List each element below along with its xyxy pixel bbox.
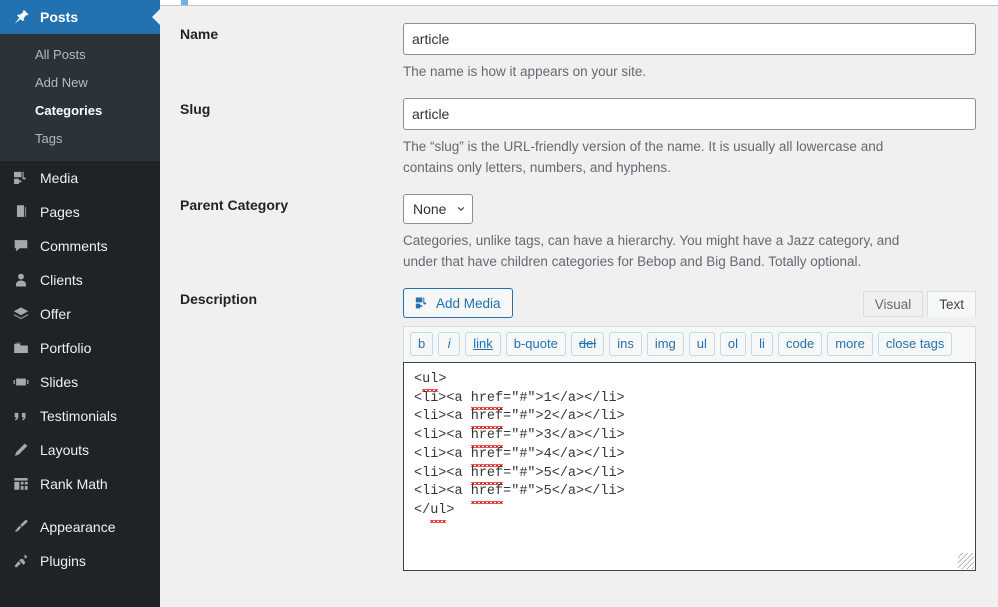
name-help-text: The name is how it appears on your site. [403,64,647,79]
main-content-area: Name The name is how it appears on your … [160,0,998,607]
description-editor: Add Media Visual Text b i link b-quote d… [403,288,976,571]
quicktag-close-tags[interactable]: close tags [877,332,953,356]
sidebar-item-clients[interactable]: Clients [0,263,160,297]
quicktag-li[interactable]: li [751,332,774,356]
sidebar-item-label: Slides [40,374,79,390]
textarea-resize-handle[interactable] [958,553,974,569]
posts-submenu: All Posts Add New Categories Tags [0,34,160,161]
sidebar-item-label: Testimonials [40,408,118,424]
sidebar-item-label: Portfolio [40,340,92,356]
cut-off-panel-top-edge [160,0,998,6]
parent-category-label: Parent Category [180,197,289,213]
form-row-slug: Slug The “slug” is the URL-friendly vers… [160,82,998,178]
sidebar-item-label: Offer [40,306,71,322]
media-icon [11,168,31,188]
quote-icon [11,406,31,426]
parent-category-select-wrap: None [403,194,474,224]
tab-text[interactable]: Text [927,291,976,317]
wordpress-admin-screen: Posts All Posts Add New Categories Tags … [0,0,998,607]
name-label: Name [180,26,219,42]
portfolio-folder-icon [11,338,31,358]
pin-icon [11,7,31,27]
slug-label: Slug [180,101,211,117]
editor-mode-tabs: Visual Text [859,291,976,317]
description-label: Description [180,291,258,307]
sidebar-item-templates[interactable]: Rank Math [0,467,160,501]
quicktag-b-quote[interactable]: b-quote [505,332,566,356]
submenu-item-categories[interactable]: Categories [0,97,160,125]
sidebar-item-label: Media [40,170,79,186]
menu-separator [0,501,160,510]
form-row-description: Description Add Media Visual Text b i li… [160,272,998,571]
add-media-button[interactable]: Add Media [403,288,513,318]
sidebar-item-testimonials[interactable]: Testimonials [0,399,160,433]
panel-accent-tab [181,0,188,5]
sidebar-item-posts[interactable]: Posts [0,0,160,34]
quicktag-ol[interactable]: ol [719,332,747,356]
sidebar-item-label: Appearance [40,519,116,535]
quicktag-ins[interactable]: ins [609,332,642,356]
active-menu-arrow-icon [152,9,160,25]
sidebar-item-label: Pages [40,204,80,220]
quicktag-img[interactable]: img [646,332,684,356]
slug-input[interactable] [403,98,976,130]
quicktag-b[interactable]: b [410,332,434,356]
quicktags-toolbar: b i link b-quote del ins img ul ol li co… [403,326,976,362]
slides-film-icon [11,372,31,392]
offer-stack-icon [11,304,31,324]
description-code-content: <ul> <li><a href="#">1</a></li> <li><a hre… [414,371,965,523]
submenu-item-tags[interactable]: Tags [0,125,160,153]
sidebar-item-portfolio[interactable]: Portfolio [0,331,160,365]
sidebar-item-media[interactable]: Media [0,161,160,195]
quicktag-i[interactable]: i [438,332,461,356]
parent-category-selected-value: None [413,201,447,217]
media-icon [413,295,430,312]
sidebar-item-label: Posts [40,9,79,25]
templates-grid-icon [11,474,31,494]
sidebar-item-label: Comments [40,238,108,254]
sidebar-item-label: Rank Math [40,476,108,492]
user-icon [11,270,31,290]
sidebar-item-label: Layouts [40,442,90,458]
name-input[interactable] [403,23,976,55]
sidebar-item-offer[interactable]: Offer [0,297,160,331]
pencil-icon [11,440,31,460]
sidebar-item-slides[interactable]: Slides [0,365,160,399]
form-row-parent-category: Parent Category None Categories, unlike … [160,178,998,272]
slug-help-text: The “slug” is the URL-friendly version o… [403,139,884,175]
submenu-item-add-new[interactable]: Add New [0,69,160,97]
sidebar-item-appearance[interactable]: Appearance [0,510,160,544]
plug-icon [11,551,31,571]
quicktag-ul[interactable]: ul [688,332,715,356]
edit-category-form: Name The name is how it appears on your … [160,7,998,571]
quicktag-link[interactable]: link [465,332,501,356]
sidebar-item-label: Plugins [40,553,86,569]
sidebar-item-layouts[interactable]: Layouts [0,433,160,467]
quicktag-more[interactable]: more [827,332,873,356]
editor-top-bar: Add Media Visual Text [403,288,976,326]
sidebar-item-label: Clients [40,272,83,288]
form-row-name: Name The name is how it appears on your … [160,7,998,82]
sidebar-item-plugins[interactable]: Plugins [0,544,160,578]
pages-icon [11,202,31,222]
parent-category-help-text: Categories, unlike tags, can have a hier… [403,233,900,269]
paintbrush-icon [11,517,31,537]
quicktag-del[interactable]: del [570,332,605,356]
parent-category-select[interactable]: None [403,194,474,224]
comment-icon [11,236,31,256]
admin-sidebar-menu: Posts All Posts Add New Categories Tags … [0,0,160,607]
sidebar-item-pages[interactable]: Pages [0,195,160,229]
submenu-item-all-posts[interactable]: All Posts [0,41,160,69]
quicktag-code[interactable]: code [778,332,823,356]
add-media-label: Add Media [436,295,501,311]
sidebar-item-comments[interactable]: Comments [0,229,160,263]
tab-visual[interactable]: Visual [862,291,924,317]
description-textarea[interactable]: <ul> <li><a href="#">1</a></li> <li><a hre… [403,362,976,571]
